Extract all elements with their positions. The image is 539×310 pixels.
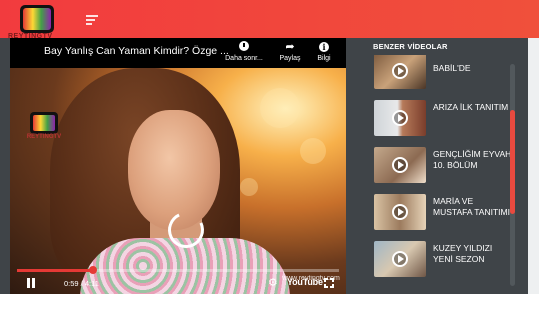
related-video-item[interactable]: MARİA VE MUSTAFA TANITIMI [374, 194, 514, 232]
info-button[interactable]: i Bilgi [302, 41, 346, 62]
page-right-gutter [528, 38, 539, 294]
video-thumbnail[interactable] [374, 147, 426, 183]
play-icon[interactable] [392, 157, 408, 173]
related-video-title[interactable]: ARIZA İLK TANITIM [433, 102, 513, 113]
play-icon[interactable] [392, 251, 408, 267]
related-videos-heading: BENZER VİDEOLAR [373, 42, 448, 51]
progress-bar[interactable] [17, 266, 339, 274]
menu-icon[interactable] [86, 15, 98, 25]
play-icon[interactable] [392, 63, 408, 79]
sidebar-scrollbar-thumb[interactable] [510, 110, 515, 214]
related-video-title[interactable]: KUZEY YILDIZI YENİ SEZON [433, 243, 513, 265]
video-title[interactable]: Bay Yanlış Can Yaman Kimdir? Özge ... [44, 45, 229, 57]
video-frame[interactable]: REYTINGTV www.reytingtv.com [10, 68, 346, 294]
watch-later-label: Daha sonr... [225, 55, 263, 62]
info-icon: i [319, 42, 329, 52]
related-video-title[interactable]: BABİL'DE [433, 63, 513, 74]
related-video-title[interactable]: MARİA VE MUSTAFA TANITIMI [433, 196, 513, 218]
clock-icon [239, 41, 249, 51]
watch-later-button[interactable]: Daha sonr... [222, 41, 266, 62]
gear-icon[interactable]: ⚙ [268, 276, 278, 289]
progress-fill [17, 269, 93, 272]
video-thumbnail[interactable] [374, 100, 426, 136]
fullscreen-icon[interactable] [324, 278, 334, 288]
site-header: REYTINGTV [0, 0, 539, 40]
player-top-bar: Bay Yanlış Can Yaman Kimdir? Özge ... Da… [10, 38, 346, 68]
site-logo[interactable] [20, 5, 54, 33]
related-video-item[interactable]: GENÇLİĞİM EYVAH 10. BÖLÜM [374, 147, 514, 185]
related-videos-list: BABİL'DE ARIZA İLK TANITIM GENÇLİĞİM EYV… [362, 55, 517, 290]
related-video-item[interactable]: KUZEY YILDIZI YENİ SEZON [374, 241, 514, 279]
youtube-logo[interactable]: YouTube [287, 277, 323, 287]
related-video-item[interactable]: BABİL'DE [374, 55, 514, 91]
related-video-item[interactable]: ARIZA İLK TANITIM [374, 100, 514, 138]
play-icon[interactable] [392, 110, 408, 126]
info-label: Bilgi [317, 55, 331, 62]
pause-icon[interactable] [27, 278, 35, 288]
video-thumbnail[interactable] [374, 241, 426, 277]
related-video-title[interactable]: GENÇLİĞİM EYVAH 10. BÖLÜM [433, 149, 513, 171]
watermark-logo-text: REYTINGTV [26, 134, 62, 140]
video-thumbnail[interactable] [374, 194, 426, 230]
time-display: 0:59 / 4:11 [64, 279, 99, 288]
video-player[interactable]: REYTINGTV www.reytingtv.com Bay Yanlış C… [10, 38, 346, 294]
play-icon[interactable] [392, 204, 408, 220]
progress-knob[interactable] [88, 266, 97, 274]
video-subject-face [128, 110, 220, 230]
watermark-logo: REYTINGTV [24, 112, 64, 142]
video-thumbnail[interactable] [374, 55, 426, 89]
